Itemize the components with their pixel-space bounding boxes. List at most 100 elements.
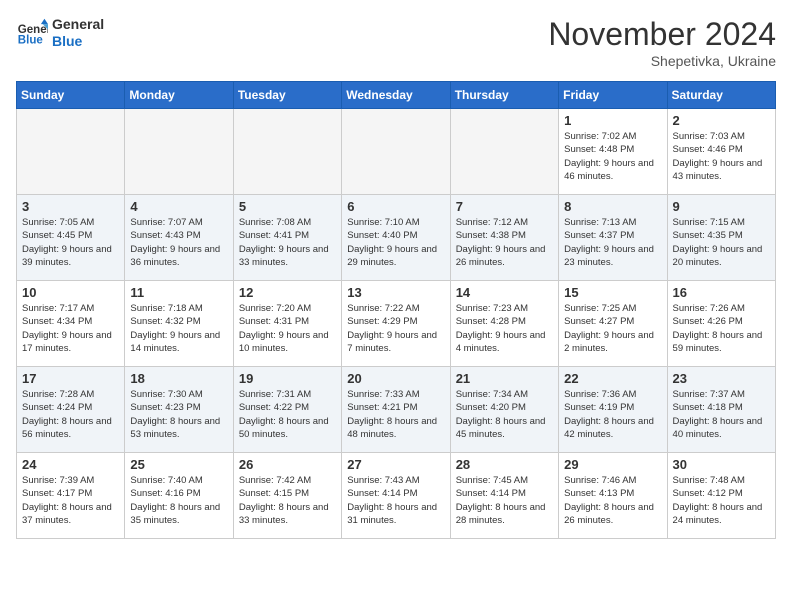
calendar-cell: [233, 109, 341, 195]
day-info: Sunrise: 7:07 AM Sunset: 4:43 PM Dayligh…: [130, 216, 227, 269]
week-row-3: 10 Sunrise: 7:17 AM Sunset: 4:34 PM Dayli…: [17, 281, 776, 367]
calendar-cell: 29 Sunrise: 7:46 AM Sunset: 4:13 PM Dayli…: [559, 453, 667, 539]
day-number: 28: [456, 457, 553, 472]
logo-text: General Blue: [52, 16, 104, 50]
day-number: 30: [673, 457, 770, 472]
calendar-cell: 10 Sunrise: 7:17 AM Sunset: 4:34 PM Dayli…: [17, 281, 125, 367]
day-info: Sunrise: 7:28 AM Sunset: 4:24 PM Dayligh…: [22, 388, 119, 441]
day-number: 27: [347, 457, 444, 472]
weekday-header-row: SundayMondayTuesdayWednesdayThursdayFrid…: [17, 82, 776, 109]
weekday-header-friday: Friday: [559, 82, 667, 109]
calendar-cell: 15Sunrise: 7:25 AM Sunset: 4:27 PM Dayli…: [559, 281, 667, 367]
calendar-cell: 9 Sunrise: 7:15 AM Sunset: 4:35 PM Daylig…: [667, 195, 775, 281]
day-info: Sunrise: 7:34 AM Sunset: 4:20 PM Dayligh…: [456, 388, 553, 441]
calendar-cell: 22 Sunrise: 7:36 AM Sunset: 4:19 PM Dayli…: [559, 367, 667, 453]
day-number: 11: [130, 285, 227, 300]
day-info: Sunrise: 7:40 AM Sunset: 4:16 PM Dayligh…: [130, 474, 227, 527]
day-number: 7: [456, 199, 553, 214]
calendar-cell: 8 Sunrise: 7:13 AM Sunset: 4:37 PM Daylig…: [559, 195, 667, 281]
day-number: 17: [22, 371, 119, 386]
calendar-cell: 17 Sunrise: 7:28 AM Sunset: 4:24 PM Dayli…: [17, 367, 125, 453]
title-block: November 2024 Shepetivka, Ukraine: [548, 16, 776, 69]
logo-icon: General Blue: [16, 17, 48, 49]
day-number: 8: [564, 199, 661, 214]
day-info: Sunrise: 7:48 AM Sunset: 4:12 PM Dayligh…: [673, 474, 770, 527]
day-info: Sunrise: 7:25 AM Sunset: 4:27 PM Dayligh…: [564, 302, 661, 355]
day-number: 16: [673, 285, 770, 300]
calendar-table: SundayMondayTuesdayWednesdayThursdayFrid…: [16, 81, 776, 539]
month-title: November 2024: [548, 16, 776, 53]
calendar-cell: 1 Sunrise: 7:02 AM Sunset: 4:48 PM Daylig…: [559, 109, 667, 195]
calendar-cell: 27 Sunrise: 7:43 AM Sunset: 4:14 PM Dayli…: [342, 453, 450, 539]
day-number: 22: [564, 371, 661, 386]
day-info: Sunrise: 7:02 AM Sunset: 4:48 PM Dayligh…: [564, 130, 661, 183]
calendar-cell: 25 Sunrise: 7:40 AM Sunset: 4:16 PM Dayli…: [125, 453, 233, 539]
day-number: 23: [673, 371, 770, 386]
calendar-cell: 30 Sunrise: 7:48 AM Sunset: 4:12 PM Dayli…: [667, 453, 775, 539]
calendar-cell: 13 Sunrise: 7:22 AM Sunset: 4:29 PM Dayli…: [342, 281, 450, 367]
logo: General Blue General Blue: [16, 16, 104, 50]
calendar-cell: 20Sunrise: 7:33 AM Sunset: 4:21 PM Dayli…: [342, 367, 450, 453]
weekday-header-sunday: Sunday: [17, 82, 125, 109]
day-info: Sunrise: 7:10 AM Sunset: 4:40 PM Dayligh…: [347, 216, 444, 269]
calendar-cell: [17, 109, 125, 195]
day-info: Sunrise: 7:43 AM Sunset: 4:14 PM Dayligh…: [347, 474, 444, 527]
day-info: Sunrise: 7:08 AM Sunset: 4:41 PM Dayligh…: [239, 216, 336, 269]
day-number: 4: [130, 199, 227, 214]
day-number: 14: [456, 285, 553, 300]
day-number: 2: [673, 113, 770, 128]
day-info: Sunrise: 7:12 AM Sunset: 4:38 PM Dayligh…: [456, 216, 553, 269]
week-row-1: 1 Sunrise: 7:02 AM Sunset: 4:48 PM Daylig…: [17, 109, 776, 195]
weekday-header-tuesday: Tuesday: [233, 82, 341, 109]
calendar-cell: 7 Sunrise: 7:12 AM Sunset: 4:38 PM Daylig…: [450, 195, 558, 281]
day-number: 5: [239, 199, 336, 214]
weekday-header-thursday: Thursday: [450, 82, 558, 109]
day-info: Sunrise: 7:26 AM Sunset: 4:26 PM Dayligh…: [673, 302, 770, 355]
weekday-header-monday: Monday: [125, 82, 233, 109]
day-number: 29: [564, 457, 661, 472]
day-info: Sunrise: 7:03 AM Sunset: 4:46 PM Dayligh…: [673, 130, 770, 183]
day-number: 6: [347, 199, 444, 214]
day-number: 3: [22, 199, 119, 214]
day-number: 1: [564, 113, 661, 128]
calendar-cell: 12 Sunrise: 7:20 AM Sunset: 4:31 PM Dayli…: [233, 281, 341, 367]
calendar-cell: [450, 109, 558, 195]
day-info: Sunrise: 7:31 AM Sunset: 4:22 PM Dayligh…: [239, 388, 336, 441]
day-info: Sunrise: 7:05 AM Sunset: 4:45 PM Dayligh…: [22, 216, 119, 269]
day-info: Sunrise: 7:30 AM Sunset: 4:23 PM Dayligh…: [130, 388, 227, 441]
day-number: 24: [22, 457, 119, 472]
week-row-5: 24 Sunrise: 7:39 AM Sunset: 4:17 PM Dayli…: [17, 453, 776, 539]
day-number: 13: [347, 285, 444, 300]
day-info: Sunrise: 7:18 AM Sunset: 4:32 PM Dayligh…: [130, 302, 227, 355]
day-info: Sunrise: 7:22 AM Sunset: 4:29 PM Dayligh…: [347, 302, 444, 355]
location: Shepetivka, Ukraine: [548, 53, 776, 69]
day-number: 10: [22, 285, 119, 300]
calendar-cell: 24 Sunrise: 7:39 AM Sunset: 4:17 PM Dayli…: [17, 453, 125, 539]
calendar-cell: 16 Sunrise: 7:26 AM Sunset: 4:26 PM Dayli…: [667, 281, 775, 367]
calendar-cell: 3 Sunrise: 7:05 AM Sunset: 4:45 PM Daylig…: [17, 195, 125, 281]
day-number: 21: [456, 371, 553, 386]
day-info: Sunrise: 7:39 AM Sunset: 4:17 PM Dayligh…: [22, 474, 119, 527]
day-info: Sunrise: 7:33 AM Sunset: 4:21 PM Dayligh…: [347, 388, 444, 441]
day-info: Sunrise: 7:17 AM Sunset: 4:34 PM Dayligh…: [22, 302, 119, 355]
day-info: Sunrise: 7:23 AM Sunset: 4:28 PM Dayligh…: [456, 302, 553, 355]
calendar-cell: 21 Sunrise: 7:34 AM Sunset: 4:20 PM Dayli…: [450, 367, 558, 453]
day-number: 25: [130, 457, 227, 472]
day-number: 26: [239, 457, 336, 472]
day-number: 12: [239, 285, 336, 300]
week-row-4: 17 Sunrise: 7:28 AM Sunset: 4:24 PM Dayli…: [17, 367, 776, 453]
day-info: Sunrise: 7:15 AM Sunset: 4:35 PM Dayligh…: [673, 216, 770, 269]
day-info: Sunrise: 7:37 AM Sunset: 4:18 PM Dayligh…: [673, 388, 770, 441]
day-info: Sunrise: 7:36 AM Sunset: 4:19 PM Dayligh…: [564, 388, 661, 441]
day-info: Sunrise: 7:20 AM Sunset: 4:31 PM Dayligh…: [239, 302, 336, 355]
day-number: 9: [673, 199, 770, 214]
calendar-cell: [125, 109, 233, 195]
calendar-cell: 11 Sunrise: 7:18 AM Sunset: 4:32 PM Dayli…: [125, 281, 233, 367]
weekday-header-saturday: Saturday: [667, 82, 775, 109]
svg-text:Blue: Blue: [18, 34, 44, 46]
day-info: Sunrise: 7:13 AM Sunset: 4:37 PM Dayligh…: [564, 216, 661, 269]
day-info: Sunrise: 7:46 AM Sunset: 4:13 PM Dayligh…: [564, 474, 661, 527]
calendar-cell: 2 Sunrise: 7:03 AM Sunset: 4:46 PM Daylig…: [667, 109, 775, 195]
calendar-cell: 28Sunrise: 7:45 AM Sunset: 4:14 PM Dayli…: [450, 453, 558, 539]
calendar-cell: 23 Sunrise: 7:37 AM Sunset: 4:18 PM Dayli…: [667, 367, 775, 453]
